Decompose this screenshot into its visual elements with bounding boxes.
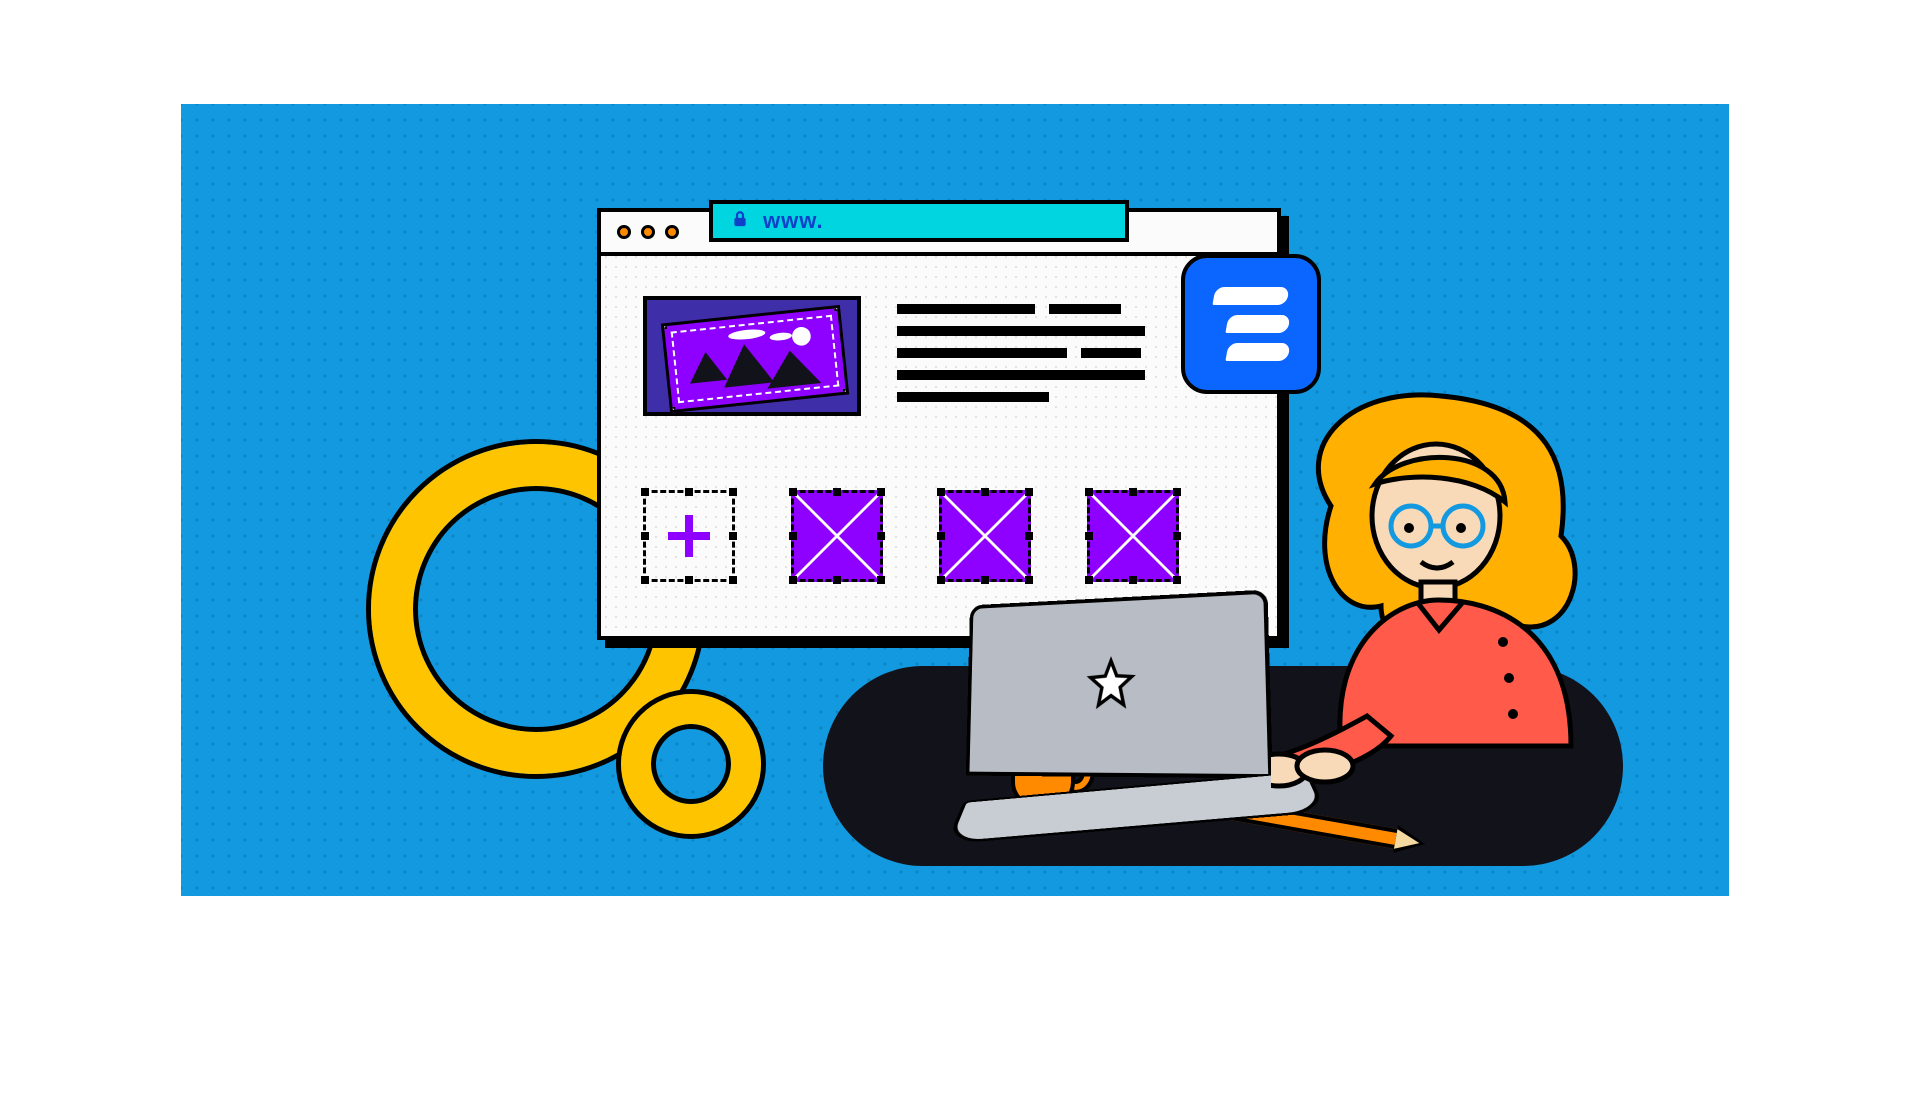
window-dot[interactable]	[641, 225, 655, 239]
image-placeholder-box[interactable]	[939, 490, 1031, 582]
plus-icon	[685, 515, 693, 557]
browser-content	[601, 256, 1277, 636]
add-element-box[interactable]	[643, 490, 735, 582]
star-icon	[1084, 655, 1139, 717]
window-controls[interactable]	[617, 225, 679, 239]
window-dot[interactable]	[665, 225, 679, 239]
text-placeholder-lines	[897, 304, 1145, 414]
illustration-canvas: www.	[181, 104, 1729, 896]
laptop	[957, 596, 1265, 776]
browser-window: www.	[597, 208, 1281, 640]
lock-icon	[731, 208, 749, 234]
address-text: www.	[763, 208, 824, 234]
window-dot[interactable]	[617, 225, 631, 239]
placeholder-row	[643, 490, 1179, 582]
logo-stripe	[1225, 315, 1290, 333]
image-placeholder-box[interactable]	[1087, 490, 1179, 582]
ring-small	[621, 694, 761, 834]
app-logo-badge	[1181, 254, 1321, 394]
logo-stripe	[1225, 343, 1290, 361]
image-placeholder-box[interactable]	[791, 490, 883, 582]
address-bar[interactable]: www.	[709, 200, 1129, 242]
person-illustration	[1271, 386, 1641, 811]
laptop-lid	[966, 590, 1273, 779]
logo-stripe	[1212, 287, 1289, 305]
hero-image-placeholder[interactable]	[661, 305, 849, 413]
hero-image-frame[interactable]	[643, 296, 861, 416]
